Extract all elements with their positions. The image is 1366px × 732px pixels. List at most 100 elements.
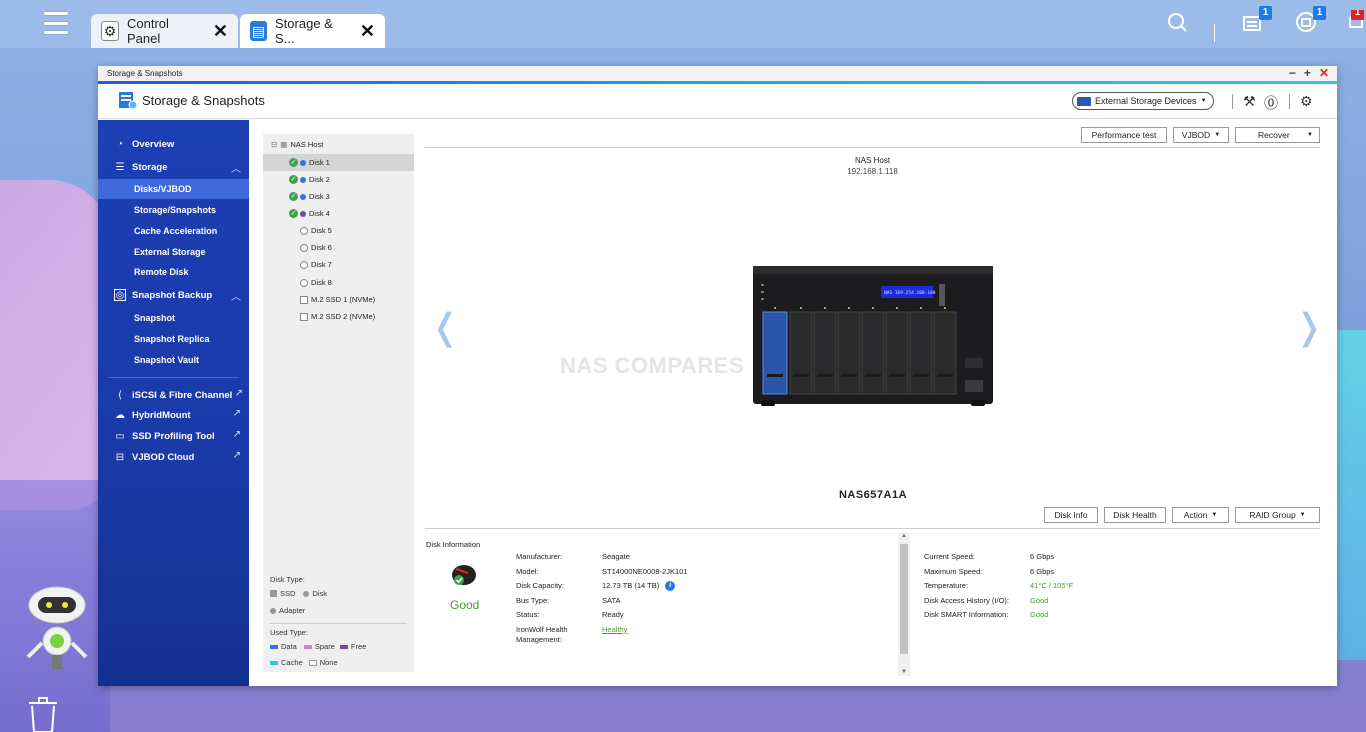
- external-storage-devices-dropdown[interactable]: External Storage Devices ▼: [1072, 92, 1214, 110]
- chevron-up-icon: ︿: [231, 292, 241, 303]
- trash-icon[interactable]: [25, 696, 61, 732]
- spare-swatch: [303, 644, 312, 649]
- recover-dropdown-button[interactable]: Recover ▼: [1235, 127, 1320, 143]
- sidebar-item-remote-disk[interactable]: Remote Disk: [98, 262, 249, 282]
- next-arrow-icon[interactable]: ❭: [1294, 306, 1324, 348]
- scrollbar-thumb[interactable]: [900, 544, 908, 654]
- bell-icon[interactable]: 1: [1344, 10, 1366, 38]
- search-icon[interactable]: [1163, 10, 1191, 38]
- info-icon[interactable]: i: [665, 581, 676, 592]
- bus-type-value: SATA: [602, 596, 621, 605]
- maximize-icon[interactable]: +: [1304, 66, 1311, 81]
- tree-m2-ssd-2[interactable]: M.2 SSD 2 (NVMe): [263, 308, 414, 325]
- sidebar-item-iscsi[interactable]: ⟨ iSCSI & Fibre Channel ↗: [98, 385, 249, 405]
- legend-label: SSD: [280, 589, 296, 598]
- capacity-value: 12.73 TB (14 TB): [602, 581, 660, 590]
- sidebar-item-cache-acceleration[interactable]: Cache Acceleration: [98, 221, 249, 241]
- temperature-value: 41°C / 105°F: [1030, 581, 1074, 590]
- legend-adapter: Adapter: [270, 606, 305, 615]
- external-link-icon: ↗: [232, 408, 241, 419]
- disk-health-button[interactable]: Disk Health: [1104, 507, 1166, 523]
- sidebar-item-vjbod-cloud[interactable]: ⊟ VJBOD Cloud ↗: [98, 447, 249, 467]
- tree-label: Disk 4: [309, 209, 330, 218]
- devices-badge: 1: [1313, 6, 1326, 20]
- tree-disk-5[interactable]: Disk 5: [263, 222, 414, 239]
- disk-type-dot: [300, 210, 306, 217]
- tree-root-nas-host[interactable]: ⊟ ▦ NAS Host: [263, 136, 414, 153]
- sidebar-label: Snapshot: [134, 313, 176, 323]
- tree-disk-2[interactable]: ✓ Disk 2: [263, 171, 414, 188]
- vjbod-dropdown-button[interactable]: VJBOD ▼: [1173, 127, 1229, 143]
- action-dropdown-button[interactable]: Action ▼: [1172, 507, 1229, 523]
- model-value: ST14000NE0008-2JK101: [602, 567, 688, 576]
- sidebar-item-hybridmount[interactable]: ☁ HybridMount ↗: [98, 405, 249, 425]
- legend-disk-type: SSD Disk: [270, 589, 327, 598]
- tree-disk-7[interactable]: Disk 7: [263, 256, 414, 273]
- sidebar-item-snapshot[interactable]: Snapshot: [98, 308, 249, 328]
- minimize-icon[interactable]: −: [1289, 66, 1296, 81]
- disk-swatch: [303, 590, 310, 597]
- raid-group-dropdown-button[interactable]: RAID Group ▼: [1235, 507, 1320, 523]
- info-scrollbar[interactable]: ▲ ▼: [898, 532, 910, 676]
- manufacturer-value: Seagate: [602, 552, 630, 561]
- taskbar-tab-control-panel[interactable]: ⚙ Control Panel ✕: [91, 14, 238, 48]
- sidebar-item-storage-snapshots[interactable]: Storage/Snapshots: [98, 200, 249, 220]
- watermark: NAS COMPARES: [560, 353, 745, 378]
- tree-disk-4[interactable]: ✓ Disk 4: [263, 205, 414, 222]
- close-icon[interactable]: ✕: [213, 21, 228, 42]
- ironwolf-healthy-link[interactable]: Healthy: [602, 625, 627, 634]
- qboost-robot-icon[interactable]: [22, 585, 92, 675]
- previous-arrow-icon[interactable]: ❬: [430, 306, 460, 348]
- sidebar-item-storage[interactable]: ☰ Storage ︿: [98, 157, 249, 177]
- sidebar-item-snapshot-replica[interactable]: Snapshot Replica: [98, 329, 249, 349]
- sidebar-item-ssd-profiling[interactable]: ▭ SSD Profiling Tool ↗: [98, 426, 249, 446]
- tree-disk-6[interactable]: Disk 6: [263, 239, 414, 256]
- chevron-down-icon: ▼: [1200, 98, 1207, 104]
- sidebar-item-external-storage[interactable]: External Storage: [98, 242, 249, 262]
- button-label: Disk Info: [1054, 510, 1088, 520]
- external-device-icon[interactable]: 1: [1292, 6, 1326, 38]
- external-link-icon: ↗: [232, 450, 241, 461]
- tree-disk-3[interactable]: ✓ Disk 3: [263, 188, 414, 205]
- external-drive-icon: [1077, 96, 1091, 106]
- chevron-down-icon: ▼: [1299, 512, 1306, 518]
- chevron-down-icon: ▼: [1214, 132, 1221, 138]
- scroll-up-icon[interactable]: ▲: [901, 533, 907, 539]
- settings-gear-icon[interactable]: ⚙: [1300, 93, 1313, 110]
- legend-label: Used Type:: [270, 628, 308, 637]
- tree-label: Disk 2: [309, 175, 330, 184]
- help-icon[interactable]: ⓪: [1264, 93, 1278, 113]
- divider: [1232, 94, 1233, 109]
- external-link-icon: ↗: [232, 429, 241, 440]
- app-header: Storage & Snapshots External Storage Dev…: [98, 84, 1337, 119]
- temperature-label: Temperature:: [924, 581, 969, 590]
- performance-test-button[interactable]: Performance test: [1081, 127, 1167, 143]
- tree-m2-ssd-1[interactable]: M.2 SSD 1 (NVMe): [263, 291, 414, 308]
- divider: [425, 147, 1320, 148]
- window-titlebar[interactable]: Storage & Snapshots − + ✕: [98, 66, 1337, 81]
- taskbar-tab-storage[interactable]: ▤ Storage & S... ✕: [240, 14, 385, 48]
- status-value: Ready: [602, 610, 624, 619]
- disk-info-button[interactable]: Disk Info: [1044, 507, 1098, 523]
- tree-disk-8[interactable]: Disk 8: [263, 274, 414, 291]
- disk-status-summary: Good: [450, 598, 480, 612]
- tasks-icon[interactable]: 1: [1238, 6, 1272, 38]
- empty-slot-icon: [300, 278, 308, 287]
- close-icon[interactable]: ✕: [1319, 66, 1329, 81]
- sidebar-item-snapshot-backup[interactable]: ◎ Snapshot Backup ︿: [98, 285, 249, 305]
- close-icon[interactable]: ✕: [360, 21, 375, 42]
- maximum-speed-label: Maximum Speed:: [924, 567, 983, 576]
- main-menu-icon[interactable]: [44, 12, 68, 34]
- sidebar-item-snapshot-vault[interactable]: Snapshot Vault: [98, 350, 249, 370]
- tools-icon[interactable]: ⚒: [1243, 93, 1256, 110]
- dashboard-icon: ◔: [116, 138, 124, 150]
- empty-slot-icon: [300, 295, 308, 304]
- scroll-down-icon[interactable]: ▼: [901, 669, 907, 675]
- divider: [425, 528, 1320, 529]
- cloud-drive-icon: ⊟: [115, 451, 125, 463]
- taskbar: ⚙ Control Panel ✕ ▤ Storage & S... ✕ 1 1…: [0, 0, 1366, 48]
- sidebar-item-overview[interactable]: ◔ Overview: [98, 134, 249, 154]
- access-history-value: Good: [1030, 596, 1049, 605]
- tree-disk-1[interactable]: ✓ Disk 1: [263, 154, 414, 171]
- sidebar-item-disks-vjbod[interactable]: Disks/VJBOD: [98, 179, 249, 199]
